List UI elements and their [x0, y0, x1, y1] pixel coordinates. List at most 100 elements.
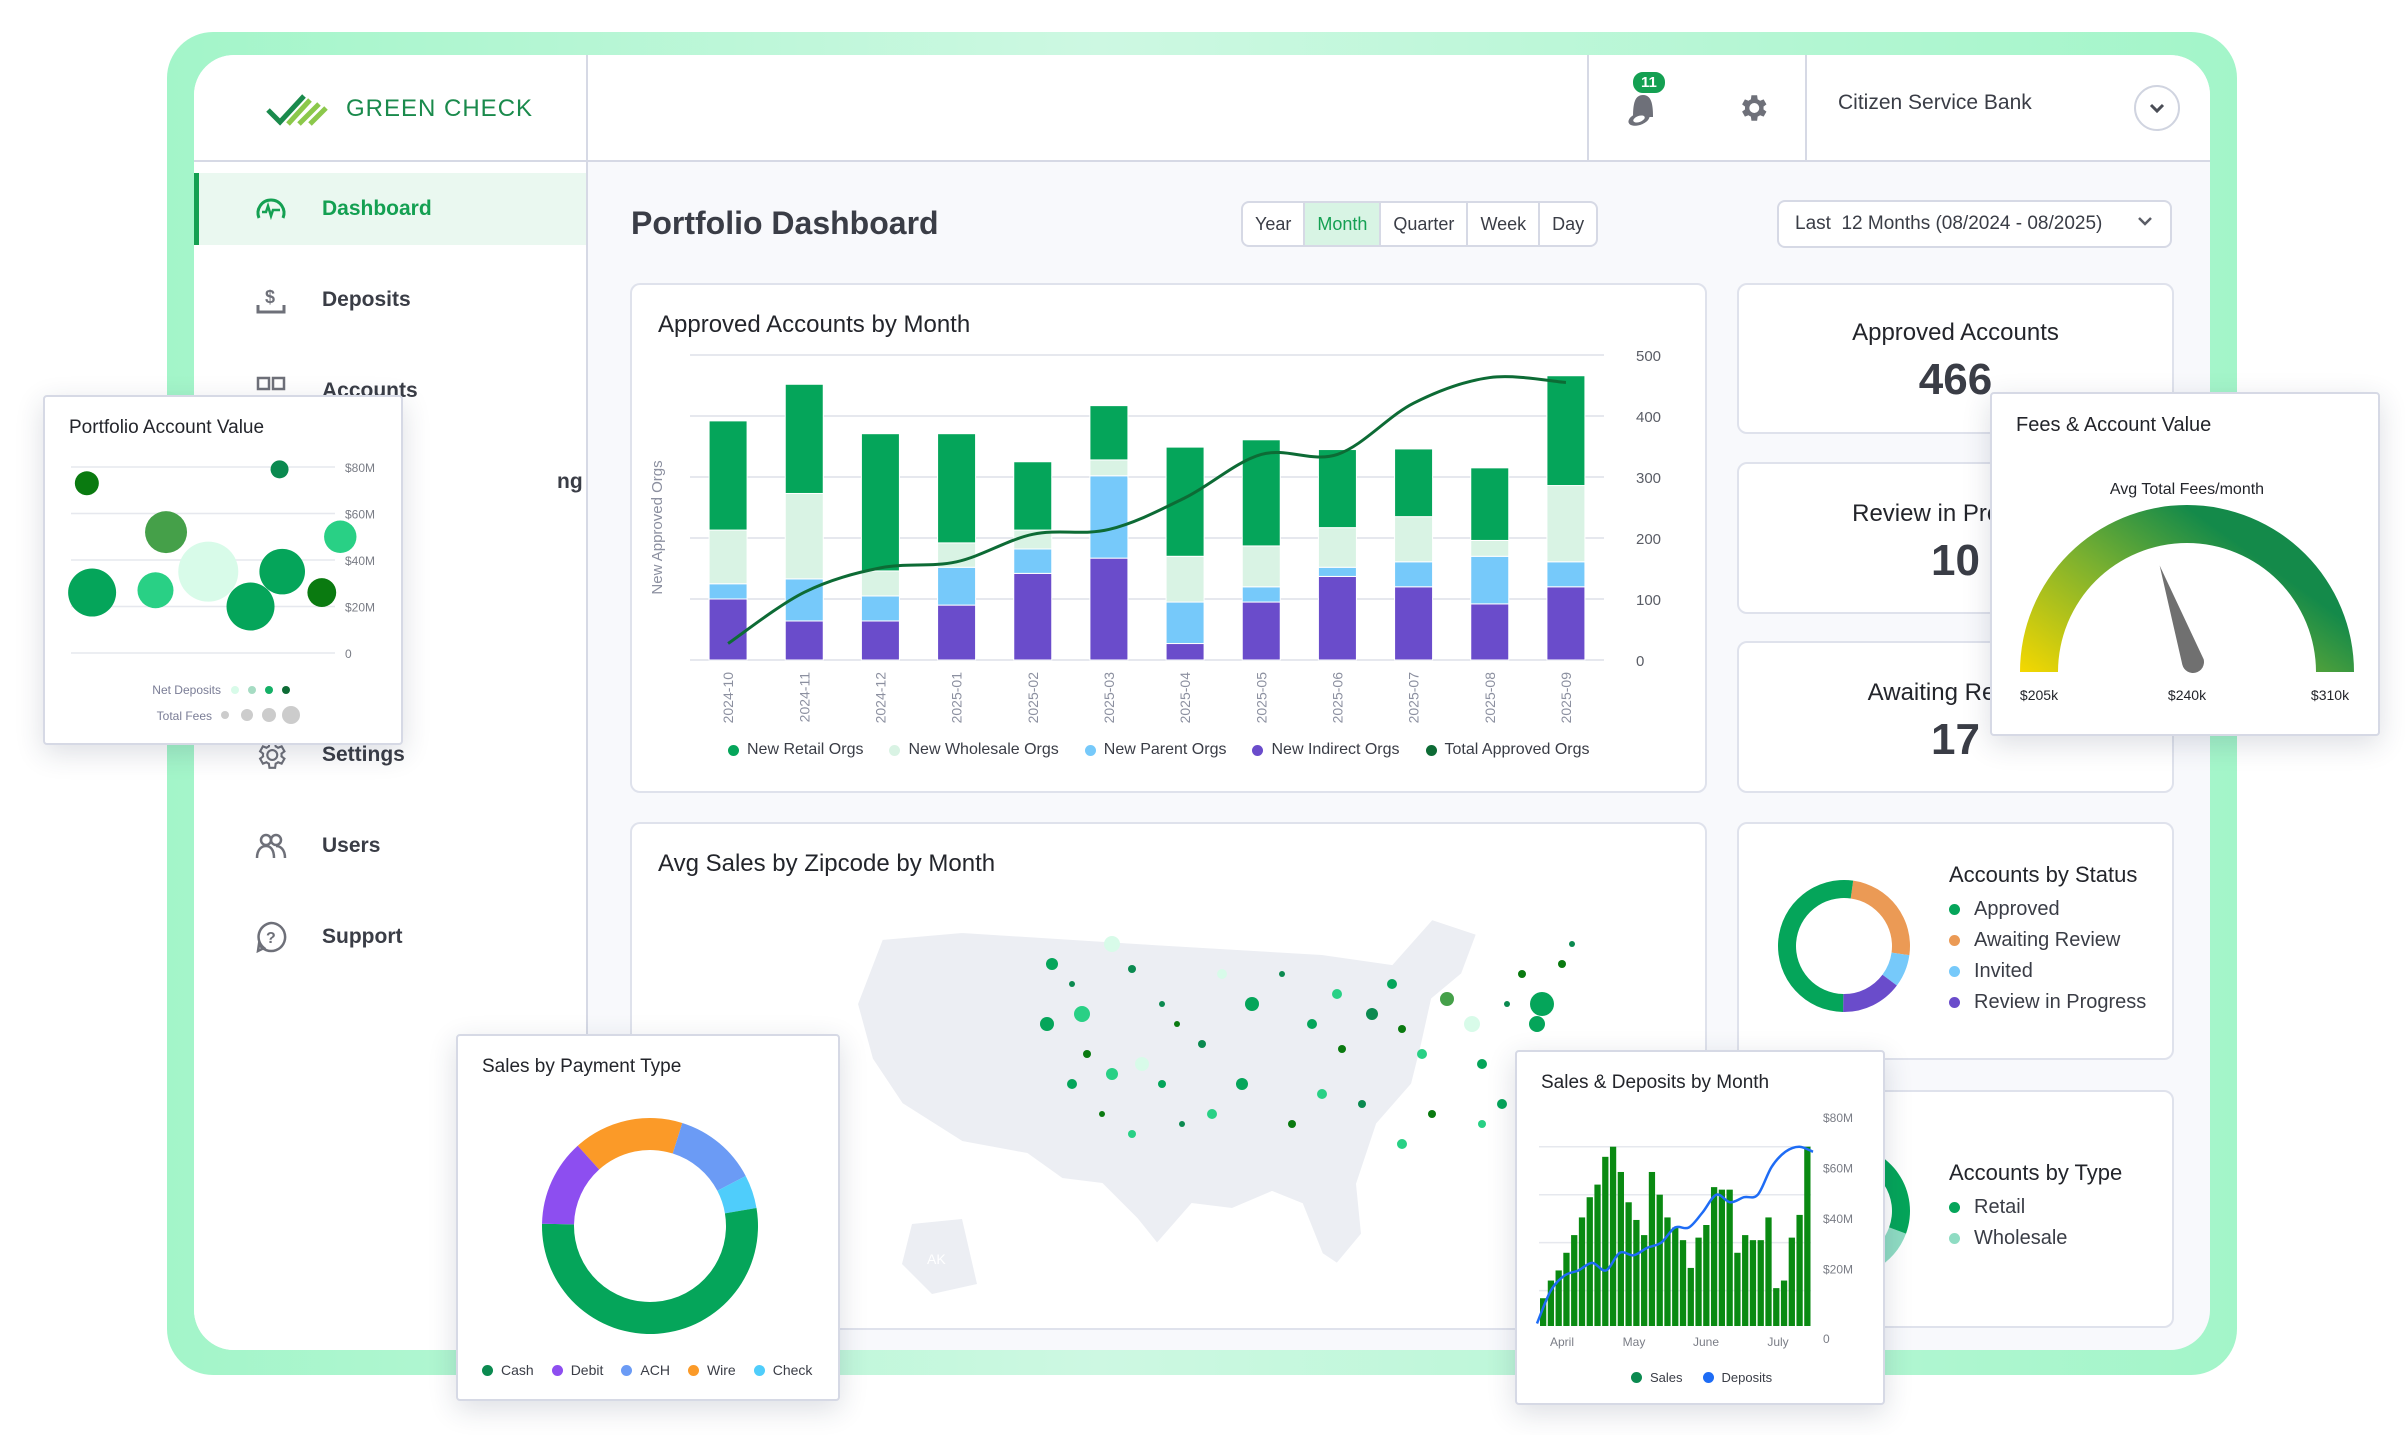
sales-bar	[1687, 1267, 1694, 1326]
status-legend: Accounts by Status Approved Awaiting Rev…	[1949, 862, 2146, 1022]
sidebar-item-users[interactable]: Users	[194, 810, 586, 882]
map-marker	[1530, 992, 1554, 1016]
sidebar-item-deposits[interactable]: $ Deposits	[194, 264, 586, 336]
legend-approved[interactable]: Approved	[1949, 898, 2146, 921]
legend-review-in-progress[interactable]: Review in Progress	[1949, 991, 2146, 1014]
legend-label: Approved	[1974, 898, 2060, 920]
sidebar-item-label: Users	[322, 834, 381, 857]
legend-retail[interactable]: New Retail Orgs	[728, 741, 863, 759]
sales-bar	[1710, 1187, 1718, 1326]
tab-month[interactable]: Month	[1305, 203, 1382, 245]
chevron-down-icon	[2138, 217, 2152, 226]
brand-logo[interactable]: GREEN CHECK	[194, 55, 588, 162]
y-tick-label: 0	[1823, 1332, 1830, 1346]
sales-bar	[1734, 1252, 1741, 1326]
bar-segment	[1317, 575, 1357, 661]
organization-name[interactable]: Citizen Service Bank	[1838, 91, 2032, 115]
fees-gauge: Avg Total Fees/month $205k $240k $310k	[2020, 481, 2354, 703]
sidebar-item-label: Dashboard	[322, 197, 432, 220]
us-mainland-shape	[855, 917, 1479, 1266]
legend-dot	[282, 686, 290, 694]
bar-segment	[1241, 545, 1281, 588]
legend-invited[interactable]: Invited	[1949, 960, 2146, 983]
map-marker	[1207, 1109, 1217, 1119]
organization-dropdown-button[interactable]	[2134, 85, 2180, 131]
bar-segment	[1165, 446, 1205, 557]
legend-dot	[231, 686, 239, 694]
bar-segment	[1089, 405, 1129, 461]
bar-segment	[1165, 643, 1205, 661]
map-marker	[1083, 1050, 1091, 1058]
map-marker	[1106, 1068, 1118, 1080]
donut-slice	[672, 1122, 746, 1191]
tab-quarter[interactable]: Quarter	[1381, 203, 1469, 245]
legend-wholesale[interactable]: Wholesale	[1949, 1227, 2122, 1250]
y-tick-label: $20M	[345, 601, 375, 615]
legend-ach[interactable]: ACH	[621, 1362, 670, 1378]
gauge-min-label: $205k	[2020, 687, 2059, 703]
portfolio-account-value-card: Portfolio Account Value 0 $20M $40M $60M $80…	[43, 395, 403, 745]
bar-segment	[1013, 461, 1053, 531]
bar-segment	[1317, 527, 1357, 568]
tab-day[interactable]: Day	[1540, 203, 1596, 245]
map-marker	[1074, 1006, 1090, 1022]
legend-deposits[interactable]: Deposits	[1702, 1370, 1772, 1385]
accounts-by-status-card: Accounts by Status Approved Awaiting Rev…	[1737, 822, 2174, 1060]
legend-retail[interactable]: Retail	[1949, 1196, 2122, 1219]
settings-button[interactable]	[1736, 91, 1772, 127]
sales-bar	[1578, 1217, 1586, 1326]
chevron-down-icon	[2149, 103, 2165, 114]
legend-cash[interactable]: Cash	[482, 1362, 534, 1378]
legend-dot	[1949, 904, 1960, 915]
tab-week[interactable]: Week	[1468, 203, 1541, 245]
bar-segment	[1470, 467, 1510, 541]
sales-bar	[1742, 1235, 1749, 1326]
legend-sales[interactable]: Sales	[1631, 1370, 1683, 1385]
donut-slice	[577, 1118, 683, 1170]
svg-text:?: ?	[266, 930, 276, 947]
brand-name: GREEN CHECK	[346, 94, 534, 122]
date-range-select[interactable]: Last 12 Months (08/2024 - 08/2025)	[1777, 200, 2172, 248]
x-tick-label: 2025-05	[1253, 672, 1269, 724]
bubble	[307, 578, 337, 607]
sidebar-item-dashboard[interactable]: Dashboard	[194, 173, 586, 245]
gauge-subtitle: Avg Total Fees/month	[2110, 481, 2264, 498]
map-marker	[1288, 1120, 1296, 1128]
bar-segment	[1013, 572, 1053, 661]
sales-bar	[1563, 1252, 1570, 1326]
payment-donut-chart	[542, 1118, 758, 1334]
map-marker	[1332, 989, 1342, 999]
sales-bar	[1617, 1171, 1624, 1326]
legend-check[interactable]: Check	[753, 1362, 813, 1378]
legend-label: New Parent Orgs	[1103, 741, 1227, 758]
map-marker	[1198, 1040, 1206, 1048]
sidebar-item-support[interactable]: ? Support	[194, 901, 586, 973]
x-tick-label: 2024-11	[796, 672, 812, 723]
period-tabs: Year Month Quarter Week Day	[1241, 201, 1599, 247]
gauge-needle	[2159, 565, 2204, 673]
legend-dot	[1252, 744, 1264, 756]
legend-label: Sales	[1650, 1370, 1683, 1385]
bubble	[324, 520, 357, 553]
legend-debit[interactable]: Debit	[551, 1362, 603, 1378]
legend-awaiting-review[interactable]: Awaiting Review	[1949, 929, 2146, 952]
legend-size-dot	[262, 708, 276, 722]
sales-bar	[1726, 1189, 1733, 1326]
legend-label: Check	[772, 1362, 813, 1378]
legend-wire[interactable]: Wire	[687, 1362, 736, 1378]
legend-label: New Indirect Orgs	[1271, 741, 1400, 758]
x-tick-label: 2024-12	[872, 672, 888, 724]
legend-indirect[interactable]: New Indirect Orgs	[1252, 741, 1400, 759]
legend-label: Total Approved Orgs	[1444, 741, 1590, 758]
bar-segment	[1165, 555, 1205, 603]
legend-wholesale[interactable]: New Wholesale Orgs	[889, 741, 1059, 759]
legend-parent[interactable]: New Parent Orgs	[1084, 741, 1227, 759]
map-marker	[1307, 1019, 1317, 1029]
bubble	[178, 541, 239, 602]
tab-year[interactable]: Year	[1243, 203, 1306, 245]
users-icon	[255, 833, 287, 859]
sales-bar	[1703, 1225, 1710, 1326]
legend-total[interactable]: Total Approved Orgs	[1425, 741, 1590, 759]
notifications-button[interactable]	[1625, 89, 1665, 129]
bar-segment	[937, 566, 977, 606]
